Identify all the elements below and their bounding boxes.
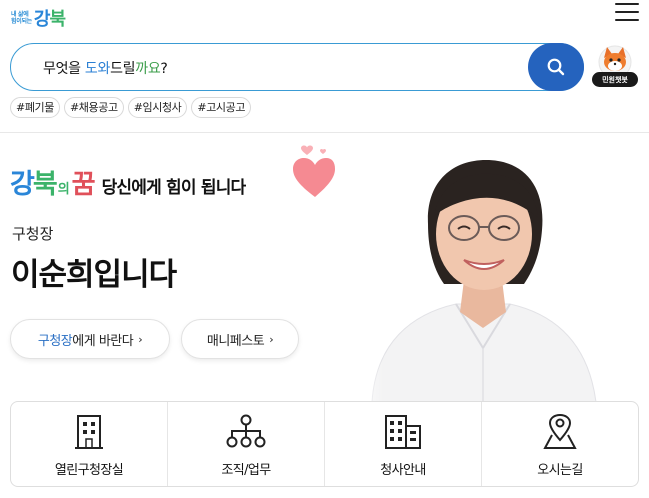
mayor-name: 이순희입니다 — [11, 257, 177, 293]
search-icon — [547, 58, 565, 76]
slogan-logo: 강북 — [10, 162, 58, 201]
slogan-logo-part1: 강 — [10, 169, 35, 200]
chatbot-label: 민원챗봇 — [592, 72, 638, 87]
logo-tagline: 내 삶에 힘이되는 — [11, 11, 32, 25]
search-text-highlight2: 까요 — [135, 61, 161, 77]
office-building-icon — [385, 415, 421, 449]
logo-wordmark-part1: 강 — [33, 9, 51, 30]
quick-menu-item-directions[interactable]: 오시는길 — [481, 402, 638, 486]
slogan-logo-part2: 북 — [32, 169, 58, 200]
hamburger-icon[interactable] — [615, 3, 639, 21]
request-to-mayor-button[interactable]: 구청장 에게 바란다 › — [10, 319, 170, 359]
mayor-portrait — [352, 152, 612, 402]
hearts-icon — [293, 145, 335, 197]
chevron-right-icon: › — [269, 332, 274, 346]
slogan-dream: 꿈 — [71, 170, 96, 200]
search-input[interactable]: 무엇을 도와드릴까요? — [10, 43, 584, 91]
quick-menu-label: 열린구청장실 — [54, 463, 124, 478]
quick-menu: 열린구청장실 조직/업무 청사안내 오시는길 — [10, 401, 639, 487]
search-text-highlight1: 도와 — [84, 61, 111, 77]
quick-menu-item-office-guide[interactable]: 청사안내 — [324, 402, 481, 486]
hashtag-item[interactable]: #고시공고 — [191, 97, 252, 118]
quick-menu-item-mayor-office[interactable]: 열린구청장실 — [11, 402, 167, 486]
building-icon — [75, 415, 103, 449]
request-button-label: 에게 바란다 — [72, 333, 134, 349]
section-divider — [0, 132, 649, 133]
slogan: 강북 의 꿈 당신에게 힘이 됩니다 — [10, 162, 247, 201]
quick-menu-label: 청사안내 — [380, 463, 426, 478]
hashtag-item[interactable]: #채용공고 — [63, 97, 124, 118]
slogan-text: 당신에게 힘이 됩니다 — [101, 178, 247, 198]
chatbot-button[interactable]: 민원챗봇 — [592, 44, 638, 90]
logo-tagline-line1: 내 삶에 — [11, 11, 29, 18]
map-pin-icon — [543, 414, 577, 449]
search-text-part3: ? — [160, 61, 168, 77]
chevron-right-icon: › — [138, 332, 143, 346]
quick-menu-item-organization[interactable]: 조직/업무 — [167, 402, 324, 486]
logo-tagline-line2: 힘이되는 — [11, 18, 32, 25]
header: 내 삶에 힘이되는 강북 — [0, 0, 649, 36]
slogan-connector: 의 — [57, 182, 70, 197]
manifesto-button-label: 매니페스토 — [206, 333, 265, 349]
search-button[interactable] — [528, 43, 584, 91]
hashtag-list: #폐기물 #채용공고 #임시청사 #고시공고 — [10, 97, 252, 118]
hashtag-item[interactable]: #폐기물 — [10, 97, 60, 118]
search-text-part2: 드릴 — [110, 61, 136, 77]
search-placeholder: 무엇을 도와드릴까요? — [43, 58, 168, 78]
search-text-part1: 무엇을 — [43, 61, 85, 77]
manifesto-button[interactable]: 매니페스토 › — [181, 319, 299, 359]
mayor-title: 구청장 — [12, 225, 54, 243]
logo-wordmark: 강북 — [33, 5, 66, 31]
site-logo[interactable]: 내 삶에 힘이되는 강북 — [11, 5, 66, 31]
org-chart-icon — [226, 414, 266, 448]
hashtag-item[interactable]: #임시청사 — [127, 97, 188, 118]
quick-menu-label: 오시는길 — [537, 463, 583, 478]
request-button-highlight: 구청장 — [37, 333, 73, 349]
logo-wordmark-part2: 북 — [49, 9, 66, 30]
quick-menu-label: 조직/업무 — [221, 463, 271, 478]
